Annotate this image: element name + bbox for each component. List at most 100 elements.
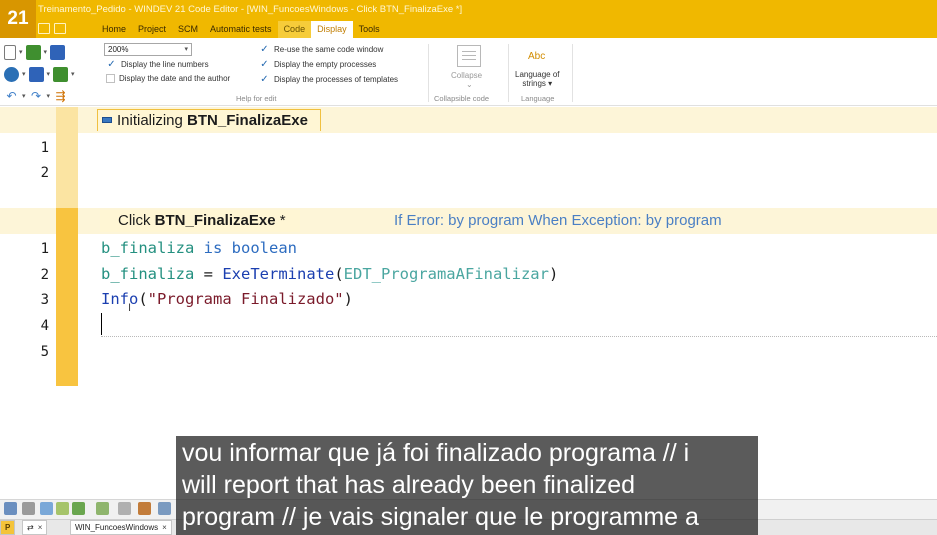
- check-icon: ✓: [260, 59, 269, 70]
- language-of-strings-button[interactable]: Language of strings ▾: [515, 70, 560, 88]
- subtitle-line-2: will report that has already been finali…: [182, 471, 636, 499]
- process-margin-marker: [56, 107, 78, 208]
- code-keyword: is: [194, 239, 232, 257]
- tab-code[interactable]: Code: [277, 21, 312, 38]
- tab-project[interactable]: Project: [132, 21, 172, 38]
- redo-icon[interactable]: ↷: [29, 89, 44, 104]
- zoom-select[interactable]: 200% ▾: [104, 43, 192, 56]
- line-number: 2: [40, 267, 49, 283]
- check-icon: ✓: [107, 59, 116, 70]
- pane-test-icon[interactable]: [72, 502, 85, 515]
- group-label-language: Language: [521, 94, 555, 103]
- code-string: "Programa Finalizado": [147, 290, 344, 308]
- editor-tab-icon[interactable]: ⇄ ×: [22, 520, 48, 535]
- open-project-icon[interactable]: [25, 44, 41, 60]
- collapse-icon[interactable]: [457, 45, 481, 67]
- language-label-line2: strings: [522, 79, 546, 88]
- pane-ext-icon[interactable]: [138, 502, 151, 515]
- tab-home[interactable]: Home: [96, 21, 132, 38]
- process-name: BTN_FinalizaExe: [187, 112, 308, 129]
- ribbon-quick-icons: ▾ ▾ ▾ ▾ ▾ ↶ ▾ ↷ ▾ ⇶: [4, 42, 96, 108]
- project-tab-icon[interactable]: P: [0, 520, 16, 535]
- chevron-down-icon[interactable]: ▾: [71, 70, 75, 78]
- process-initializing-header[interactable]: Initializing BTN_FinalizaExe: [97, 109, 321, 131]
- option-template-processes[interactable]: ✓ Display the processes of templates: [259, 74, 398, 85]
- option-line-numbers[interactable]: ✓ Display the line numbers: [106, 59, 208, 70]
- pane-compile-icon[interactable]: [4, 502, 17, 515]
- current-line-underline: [101, 336, 937, 337]
- chevron-down-icon[interactable]: ▾: [44, 48, 48, 56]
- abc-icon: Abc: [528, 51, 546, 62]
- line-number: 2: [40, 165, 49, 181]
- group-label-help: Help for edit: [236, 94, 277, 103]
- process-name: BTN_FinalizaExe: [154, 212, 276, 229]
- go-icon[interactable]: [28, 66, 44, 82]
- structure-icon[interactable]: ⇶: [53, 89, 68, 104]
- process-prefix: Initializing: [117, 112, 188, 129]
- pane-search-icon[interactable]: [22, 502, 35, 515]
- code-paren: (: [334, 265, 344, 283]
- option-empty-processes[interactable]: ✓ Display the empty processes: [259, 59, 376, 70]
- modified-marker: *: [275, 212, 286, 229]
- tab-scm[interactable]: SCM: [172, 21, 204, 38]
- checkbox-empty-icon: [106, 74, 115, 83]
- option-reuse-window[interactable]: ✓ Re-use the same code window: [259, 44, 383, 55]
- code-line-1[interactable]: b_finaliza is boolean: [101, 239, 297, 257]
- undo-icon[interactable]: ↶: [4, 89, 19, 104]
- option-label: Display the date and the author: [119, 74, 231, 83]
- chevron-down-icon[interactable]: ▾: [19, 48, 23, 56]
- ribbon-tabs: Home Project SCM Automatic tests Code Di…: [96, 21, 386, 38]
- window-icon[interactable]: [54, 23, 66, 34]
- chevron-down-icon[interactable]: ▾: [22, 92, 26, 100]
- pane-explorer-icon[interactable]: [40, 502, 53, 515]
- mouse-ibeam-cursor-icon: I: [128, 302, 132, 314]
- text-caret: [101, 313, 102, 335]
- option-label: Display the processes of templates: [274, 75, 399, 84]
- go-test-icon[interactable]: [53, 66, 69, 82]
- ribbon-separator: [508, 44, 509, 102]
- line-number: 3: [40, 292, 49, 308]
- code-line-3[interactable]: Info("Programa Finalizado"): [101, 290, 353, 308]
- error-handling-info[interactable]: If Error: by program When Exception: by …: [394, 212, 722, 229]
- code-line-2[interactable]: b_finaliza = ExeTerminate(EDT_ProgramaAF…: [101, 265, 558, 283]
- gear-icon[interactable]: [4, 66, 19, 82]
- pane-tools-icon[interactable]: [118, 502, 131, 515]
- chevron-down-icon[interactable]: ⌄: [466, 80, 473, 89]
- ribbon-separator: [572, 44, 573, 102]
- chevron-down-icon[interactable]: ▾: [47, 70, 51, 78]
- option-date-author[interactable]: Display the date and the author: [106, 74, 230, 83]
- process-prefix: Click: [118, 212, 155, 229]
- chevron-down-icon[interactable]: ▾: [22, 70, 26, 78]
- process-click-header[interactable]: Click BTN_FinalizaExe *: [100, 210, 300, 232]
- doc-tab-win-funcoes[interactable]: WIN_FuncoesWindows ×: [70, 520, 172, 535]
- process-margin-marker-active: [56, 208, 78, 386]
- code-control-name: EDT_ProgramaAFinalizar: [343, 265, 549, 283]
- window-title: Treinamento_Pedido - WINDEV 21 Code Edit…: [38, 4, 463, 15]
- pane-debug-icon[interactable]: [96, 502, 109, 515]
- chevron-down-icon: ▾: [184, 46, 188, 53]
- ribbon-separator: [428, 44, 429, 102]
- tab-automatic-tests[interactable]: Automatic tests: [204, 21, 278, 38]
- new-document-icon[interactable]: [4, 44, 16, 60]
- title-bar: 21 Treinamento_Pedido - WINDEV 21 Code E…: [0, 0, 937, 38]
- quick-access-toolbar: [38, 23, 66, 34]
- pane-wizard-icon[interactable]: [158, 502, 171, 515]
- grid-icon[interactable]: [38, 23, 50, 34]
- close-icon[interactable]: ×: [38, 523, 43, 532]
- line-number: 5: [40, 344, 49, 360]
- doc-tab-label: WIN_FuncoesWindows: [75, 523, 159, 532]
- line-number: 4: [40, 318, 49, 334]
- tab-tools[interactable]: Tools: [353, 21, 386, 38]
- code-paren: (: [138, 290, 148, 308]
- collapse-process-icon[interactable]: [102, 117, 112, 123]
- tab-display[interactable]: Display: [311, 21, 353, 38]
- close-icon[interactable]: ×: [162, 523, 167, 532]
- collapse-button[interactable]: Collapse: [451, 71, 482, 80]
- code-variable: b_finaliza: [101, 239, 195, 257]
- option-label: Re-use the same code window: [274, 45, 384, 54]
- chevron-down-icon[interactable]: ▾: [47, 92, 51, 100]
- windev-logo-icon: 21: [0, 0, 36, 38]
- pane-project-icon[interactable]: [56, 502, 69, 515]
- option-label: Display the empty processes: [274, 60, 377, 69]
- save-icon[interactable]: [50, 44, 66, 60]
